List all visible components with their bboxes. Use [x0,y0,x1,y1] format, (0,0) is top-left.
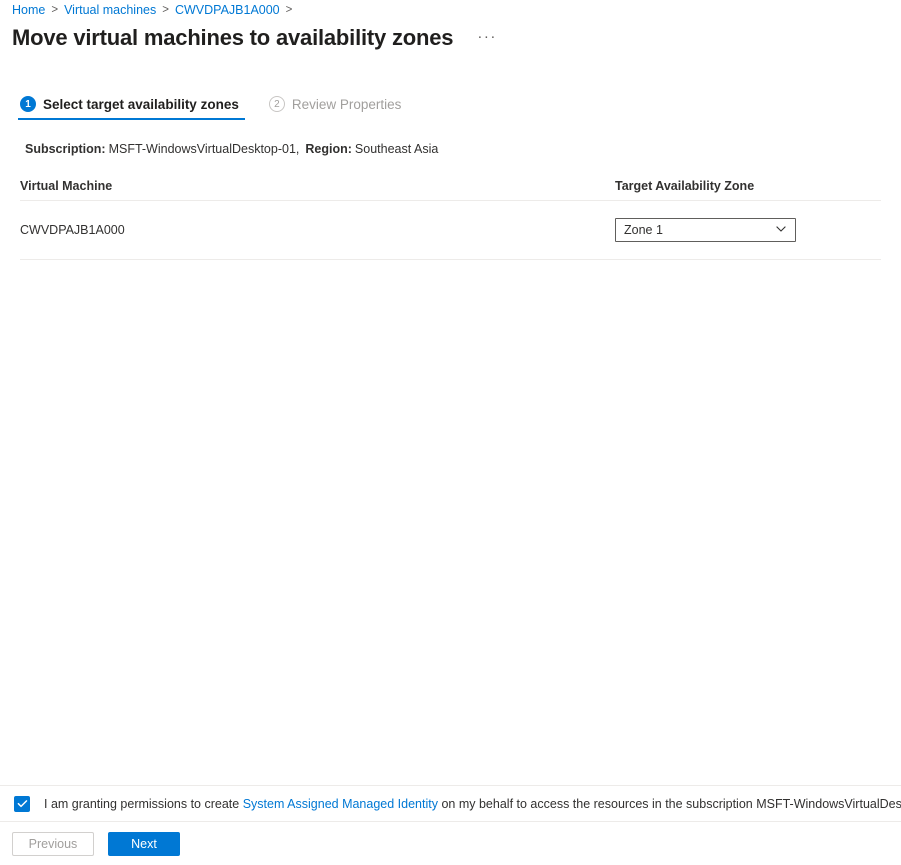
page-title: Move virtual machines to availability zo… [12,25,454,50]
consent-text-after: on my behalf to access the resources in … [441,796,901,811]
table-row: CWVDPAJB1A000 Zone 1 [20,201,881,260]
tab-label: Select target availability zones [43,96,239,112]
breadcrumb-item-home[interactable]: Home [12,0,45,20]
zone-select-dropdown[interactable]: Zone 1 [615,218,796,242]
vm-zone-table: Virtual Machine Target Availability Zone… [0,172,901,260]
region-value: Southeast Asia [354,142,439,156]
column-header-target-availability-zone: Target Availability Zone [615,179,755,193]
wizard-step-tabs: 1 Select target availability zones 2 Rev… [18,96,407,126]
cell-virtual-machine-name: CWVDPAJB1A000 [20,223,125,237]
tab-select-target-availability-zones[interactable]: 1 Select target availability zones [18,96,245,120]
breadcrumb-separator-icon: > [285,4,293,16]
breadcrumb: Home > Virtual machines > CWVDPAJB1A000 … [12,0,298,20]
consent-text-before: I am granting permissions to create [44,796,240,811]
tab-review-properties[interactable]: 2 Review Properties [267,96,408,120]
consent-text: I am granting permissions to create Syst… [44,796,901,812]
breadcrumb-separator-icon: > [51,4,59,16]
table-header-row: Virtual Machine Target Availability Zone [20,172,881,201]
zone-select-value: Zone 1 [624,223,663,237]
tab-label: Review Properties [291,96,402,112]
breadcrumb-separator-icon: > [162,4,169,16]
previous-button[interactable]: Previous [12,831,94,856]
step-number-badge-1: 1 [20,96,36,112]
next-button[interactable]: Next [108,831,180,856]
cell-target-zone: Zone 1 [615,218,881,242]
breadcrumb-item-vm-name[interactable]: CWVDPAJB1A000 [175,0,280,20]
page-footer: I am granting permissions to create Syst… [0,785,901,865]
wizard-action-bar: Previous Next [0,822,901,865]
consent-checkbox[interactable] [14,795,30,812]
subscription-value: MSFT-WindowsVirtualDesktop-01, [108,142,300,156]
consent-bar: I am granting permissions to create Syst… [0,785,901,822]
page-header: Move virtual machines to availability zo… [12,23,501,53]
chevron-down-icon [776,224,786,234]
region-label: Region: [305,142,352,156]
system-assigned-managed-identity-link[interactable]: System Assigned Managed Identity [243,797,438,811]
column-header-virtual-machine: Virtual Machine [20,179,113,193]
more-options-icon[interactable]: ··· [473,28,501,46]
breadcrumb-item-virtual-machines[interactable]: Virtual machines [64,0,156,20]
context-info-line: Subscription: MSFT-WindowsVirtualDesktop-… [25,140,438,158]
step-number-badge-2: 2 [268,96,285,112]
subscription-label: Subscription: [25,142,106,156]
